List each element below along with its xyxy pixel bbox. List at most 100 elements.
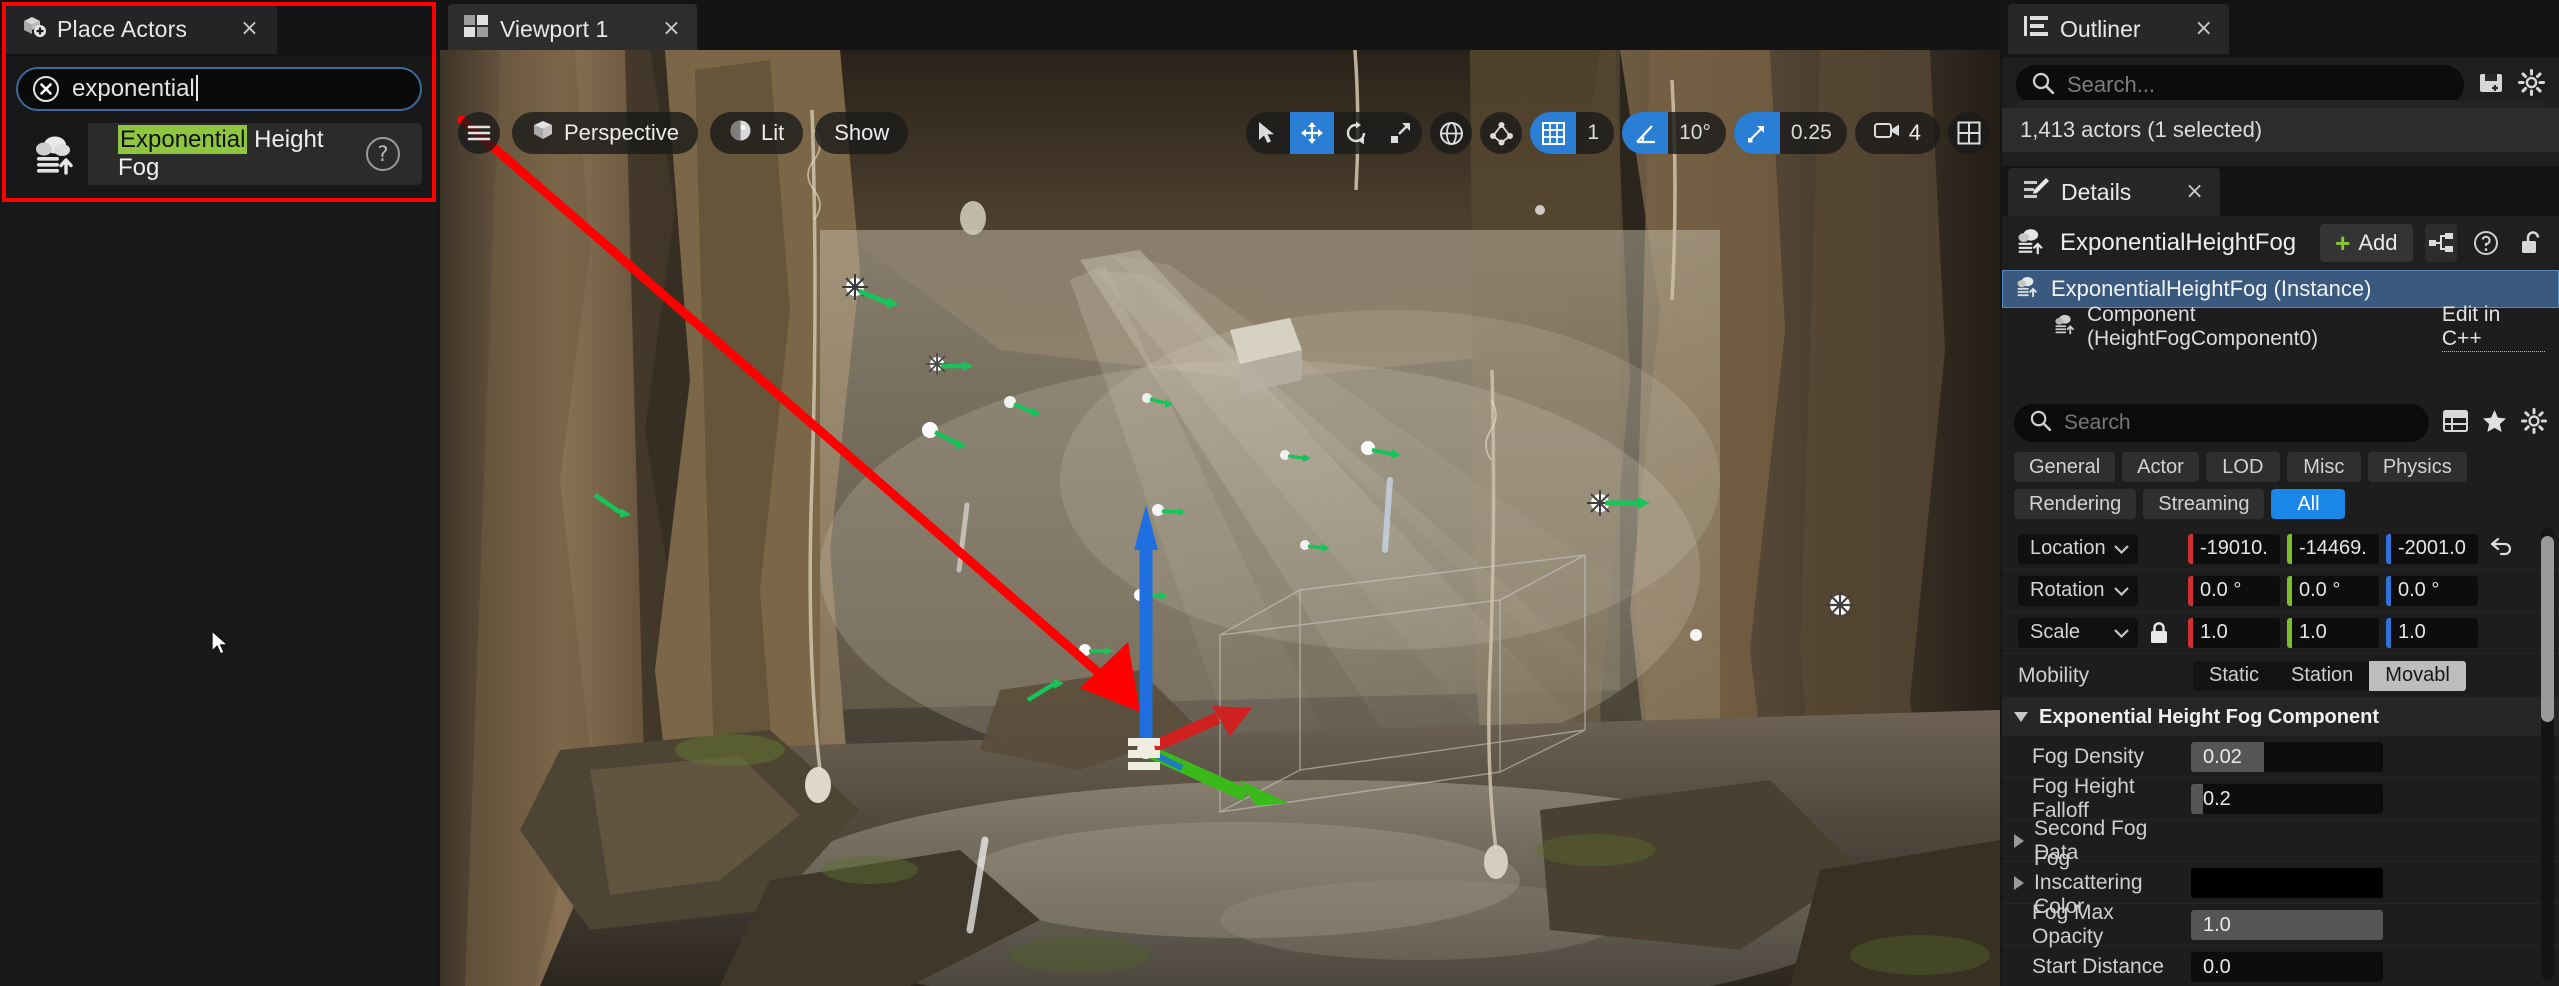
rotation-y-field[interactable]: 0.0 °: [2287, 576, 2379, 606]
camera-mode-dropdown[interactable]: Perspective: [512, 112, 698, 154]
details-scrollbar-thumb[interactable]: [2541, 536, 2554, 722]
chevron-right-icon[interactable]: [2014, 834, 2024, 848]
search-input[interactable]: Search...: [2016, 65, 2464, 105]
tab-details[interactable]: Details ×: [2008, 168, 2220, 216]
angle-snap-control[interactable]: 10°: [1622, 112, 1726, 154]
filter-chip-physics[interactable]: Physics: [2368, 452, 2467, 482]
help-circle-icon[interactable]: ?: [366, 137, 400, 171]
scale-z-field[interactable]: 1.0: [2386, 618, 2478, 648]
scale-snap-control[interactable]: 0.25: [1734, 112, 1847, 154]
add-component-button[interactable]: + Add: [2320, 224, 2412, 262]
transform-tool-group: [1246, 112, 1422, 154]
tab-place-actors[interactable]: Place Actors ×: [6, 4, 277, 54]
angle-snap-value[interactable]: 10°: [1668, 112, 1726, 154]
camera-speed-control[interactable]: 4: [1855, 112, 1940, 154]
rotation-mode-dropdown[interactable]: Rotation: [2018, 576, 2138, 606]
location-x-field[interactable]: -19010.: [2188, 534, 2280, 564]
filter-chip-general[interactable]: General: [2014, 452, 2115, 482]
tab-viewport-1[interactable]: Viewport 1 ×: [448, 4, 697, 54]
show-menu-dropdown[interactable]: Show: [815, 112, 908, 154]
place-actors-panel: Place Actors × exponential: [0, 0, 438, 986]
columns-view-icon[interactable]: [2443, 409, 2468, 438]
save-preset-icon[interactable]: [2478, 70, 2504, 101]
fog-height-falloff-label: Fog Height Falloff: [2002, 775, 2169, 823]
grid-snap-value[interactable]: 1: [1576, 112, 1614, 154]
tab-outliner[interactable]: Outliner ×: [2008, 4, 2229, 54]
search-input[interactable]: Search: [2014, 404, 2429, 442]
search-input[interactable]: exponential: [16, 67, 422, 111]
mobility-label: Mobility: [2002, 664, 2169, 688]
blueprint-graph-icon[interactable]: [2425, 224, 2458, 262]
rotate-gizmo-icon[interactable]: [1334, 112, 1378, 154]
location-x-value: -19010.: [2193, 537, 2268, 560]
fog-max-opacity-slider[interactable]: 1.0: [2191, 910, 2383, 940]
filter-chip-streaming[interactable]: Streaming: [2143, 489, 2264, 519]
show-menu-label: Show: [834, 120, 889, 146]
clear-search-icon[interactable]: [32, 75, 60, 103]
fog-inscattering-color-swatch[interactable]: [2191, 868, 2383, 898]
scale-snap-icon[interactable]: [1734, 112, 1780, 154]
cube-icon: [531, 118, 555, 148]
rotation-z-field[interactable]: 0.0 °: [2386, 576, 2478, 606]
grid-snap-control[interactable]: 1: [1530, 112, 1614, 154]
location-mode-dropdown[interactable]: Location: [2018, 534, 2138, 564]
close-icon[interactable]: ×: [240, 18, 258, 40]
surface-snap-icon[interactable]: [1480, 112, 1522, 154]
close-icon[interactable]: ×: [2195, 18, 2213, 40]
rotation-x-field[interactable]: 0.0 °: [2188, 576, 2280, 606]
property-row-start-distance: Start Distance 0.0: [2002, 946, 2559, 986]
grid-snap-icon[interactable]: [1530, 112, 1576, 154]
exponential-height-fog-icon: [2014, 227, 2044, 260]
filter-row-1: General Actor LOD Misc Physics: [2014, 452, 2547, 482]
scale-gizmo-icon[interactable]: [1378, 112, 1422, 154]
place-actors-icon: [20, 13, 46, 45]
view-mode-dropdown[interactable]: Lit: [710, 112, 803, 154]
filter-chip-lod[interactable]: LOD: [2206, 452, 2280, 482]
filter-row-2: Rendering Streaming All: [2014, 489, 2547, 519]
scale-y-value: 1.0: [2292, 621, 2327, 644]
component-tree-item-component[interactable]: Component (HeightFogComponent0) Edit in …: [2002, 308, 2559, 346]
mobility-option-stationary[interactable]: Station: [2275, 661, 2369, 691]
mobility-option-static[interactable]: Static: [2193, 661, 2275, 691]
viewport-3d-canvas[interactable]: Perspective Lit Show: [440, 50, 2000, 986]
close-icon[interactable]: ×: [2185, 181, 2203, 203]
location-z-field[interactable]: -2001.0: [2386, 534, 2478, 564]
world-space-icon[interactable]: [1430, 112, 1472, 154]
location-z-value: -2001.0: [2391, 537, 2466, 560]
mobility-option-movable[interactable]: Movabl: [2369, 661, 2465, 691]
filter-chip-rendering[interactable]: Rendering: [2014, 489, 2136, 519]
location-y-field[interactable]: -14469.: [2287, 534, 2379, 564]
rotation-x-value: 0.0 °: [2193, 579, 2241, 602]
close-icon[interactable]: ×: [662, 18, 680, 40]
scale-y-field[interactable]: 1.0: [2287, 618, 2379, 648]
select-arrow-icon[interactable]: [1246, 112, 1290, 154]
list-item[interactable]: Exponential Height Fog ?: [16, 123, 422, 185]
scale-lock-toggle[interactable]: [2138, 621, 2180, 645]
move-gizmo-icon[interactable]: [1290, 112, 1334, 154]
revert-icon[interactable]: [2490, 536, 2514, 562]
chevron-right-icon[interactable]: [2014, 876, 2024, 890]
fog-density-slider[interactable]: 0.02: [2191, 742, 2383, 772]
gear-icon[interactable]: [2518, 69, 2545, 101]
unlock-icon[interactable]: [2514, 224, 2547, 262]
viewport-grid-icon: [464, 15, 488, 43]
hamburger-menu-icon[interactable]: [458, 112, 500, 154]
filter-chip-all[interactable]: All: [2271, 489, 2345, 519]
filter-chip-misc[interactable]: Misc: [2287, 452, 2361, 482]
start-distance-slider[interactable]: 0.0: [2191, 952, 2383, 982]
edit-in-cpp-link[interactable]: Edit in C++: [2442, 303, 2545, 352]
location-vector-fields: -19010. -14469. -2001.0: [2188, 534, 2478, 564]
star-icon[interactable]: [2482, 409, 2507, 438]
viewport-layout-icon[interactable]: [1948, 112, 1990, 154]
scale-x-field[interactable]: 1.0: [2188, 618, 2280, 648]
fog-height-falloff-slider[interactable]: 0.2: [2191, 784, 2383, 814]
section-header-exponential-height-fog-component[interactable]: Exponential Height Fog Component: [2002, 698, 2559, 736]
filter-chip-actor[interactable]: Actor: [2122, 452, 2199, 482]
gear-icon[interactable]: [2521, 408, 2547, 439]
scale-mode-dropdown[interactable]: Scale: [2018, 618, 2138, 648]
tab-outliner-label: Outliner: [2060, 16, 2141, 43]
angle-snap-icon[interactable]: [1622, 112, 1668, 154]
scale-snap-value[interactable]: 0.25: [1780, 112, 1847, 154]
list-item-label-match: Exponential: [118, 125, 247, 154]
help-circle-icon[interactable]: [2469, 224, 2502, 262]
